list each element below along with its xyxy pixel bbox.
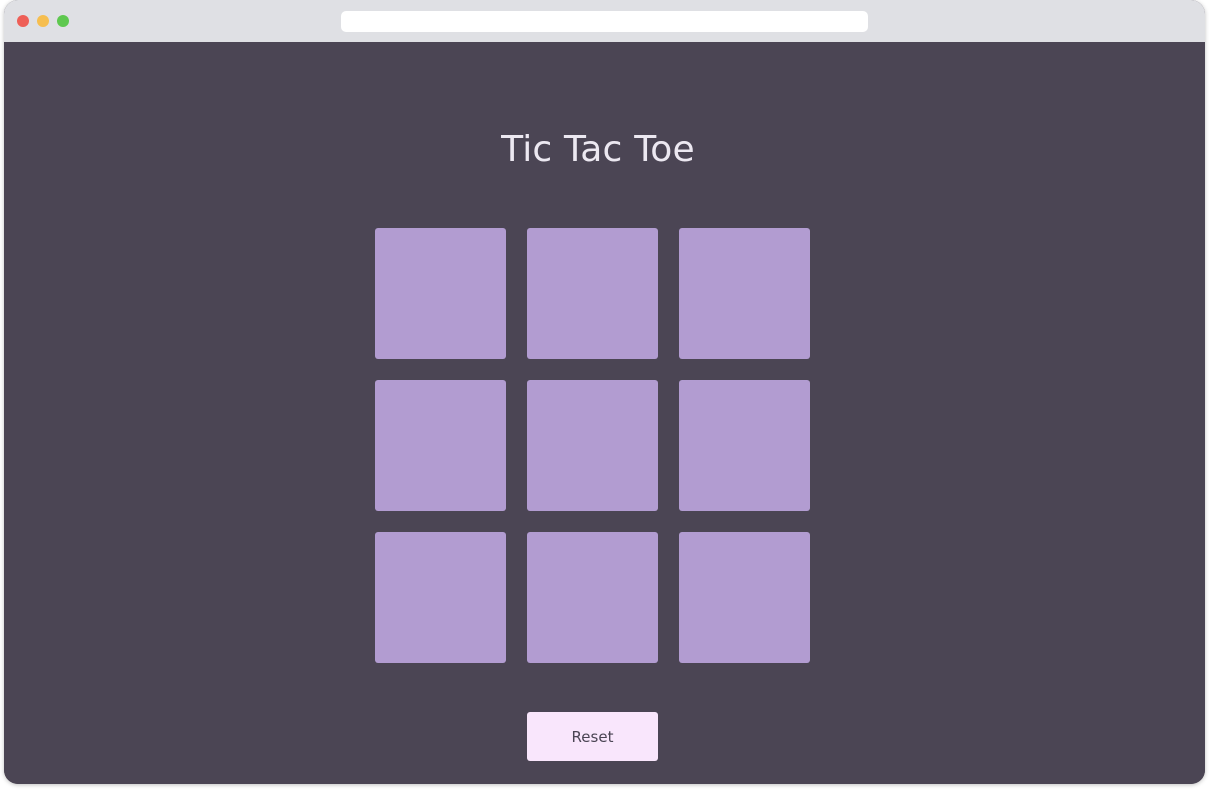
board-cell-5[interactable]	[527, 380, 658, 511]
browser-window: Tic Tac Toe Reset	[4, 0, 1205, 784]
browser-titlebar	[4, 0, 1205, 42]
address-bar-input[interactable]	[341, 11, 868, 32]
maximize-window-button[interactable]	[57, 15, 69, 27]
board-cell-2[interactable]	[527, 228, 658, 359]
page-content: Tic Tac Toe Reset	[4, 42, 1205, 784]
page-title: Tic Tac Toe	[501, 129, 695, 170]
reset-button[interactable]: Reset	[527, 712, 658, 761]
board-cell-9[interactable]	[679, 532, 810, 663]
board-cell-8[interactable]	[527, 532, 658, 663]
board-cell-7[interactable]	[375, 532, 506, 663]
board-cell-4[interactable]	[375, 380, 506, 511]
close-window-button[interactable]	[17, 15, 29, 27]
board-cell-3[interactable]	[679, 228, 810, 359]
minimize-window-button[interactable]	[37, 15, 49, 27]
board-cell-6[interactable]	[679, 380, 810, 511]
game-board	[375, 228, 810, 663]
board-cell-1[interactable]	[375, 228, 506, 359]
